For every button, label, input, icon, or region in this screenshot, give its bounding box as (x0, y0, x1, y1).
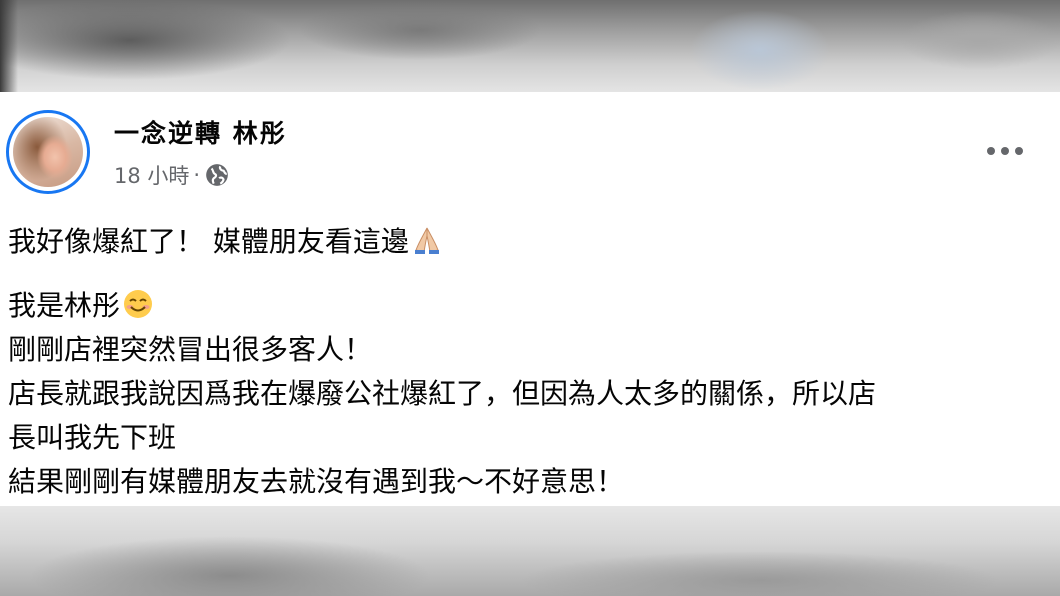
video-frame: 一念逆轉 林彤 18 小時 · 我好像爆紅了！ 媒體朋友看這邊 我是林彤 剛剛店… (0, 0, 1060, 596)
avatar[interactable] (6, 110, 90, 194)
blurred-background-top (0, 0, 1060, 92)
more-options-icon[interactable] (980, 136, 1030, 166)
smiling-face-emoji (124, 290, 153, 318)
post-line-5: 長叫我先下班 (8, 421, 177, 454)
facebook-post: 一念逆轉 林彤 18 小時 · 我好像爆紅了！ 媒體朋友看這邊 我是林彤 剛剛店… (0, 92, 1060, 506)
background-shade (0, 0, 18, 92)
post-line-3: 剛剛店裡突然冒出很多客人！ (8, 333, 373, 366)
author-name[interactable]: 一念逆轉 林彤 (114, 114, 287, 150)
folded-hands-emoji (414, 227, 439, 254)
globe-icon[interactable] (204, 162, 230, 188)
post-line-2: 我是林彤 (8, 284, 1048, 328)
post-line-4: 店長就跟我說因爲我在爆廢公社爆紅了，但因為人太多的關係，所以店 (8, 377, 877, 410)
post-line-2-text: 我是林彤 (8, 289, 121, 322)
meta-separator: · (193, 163, 201, 187)
post-line-1: 我好像爆紅了！ 媒體朋友看這邊 (8, 220, 1048, 264)
post-time[interactable]: 18 小時 (114, 160, 189, 190)
avatar-photo (13, 117, 83, 187)
blurred-background-bottom (0, 506, 1060, 596)
post-text: 我好像爆紅了！ 媒體朋友看這邊 我是林彤 剛剛店裡突然冒出很多客人！ 店長就跟我… (8, 220, 1048, 504)
post-meta: 18 小時 · (114, 160, 230, 190)
post-line-6: 結果剛剛有媒體朋友去就沒有遇到我～不好意思！ (8, 465, 625, 498)
post-line-1-text: 我好像爆紅了！ 媒體朋友看這邊 (8, 225, 409, 258)
